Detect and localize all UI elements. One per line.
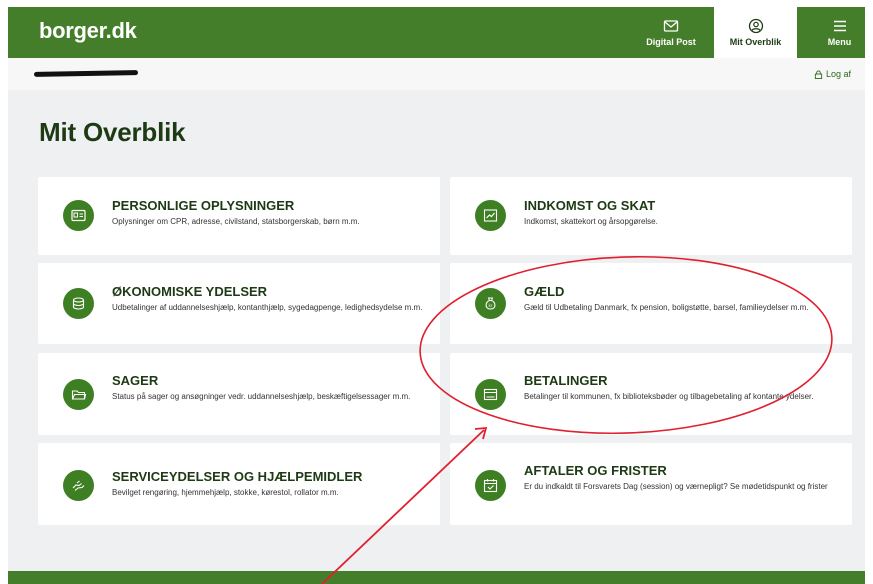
card-title: PERSONLIGE OPLYSNINGER bbox=[112, 198, 295, 213]
card-sager[interactable]: SAGER Status på sager og ansøgninger ved… bbox=[38, 353, 440, 435]
helping-hand-icon bbox=[63, 470, 94, 501]
card-description: Oplysninger om CPR, adresse, civilstand,… bbox=[112, 217, 360, 226]
card-betalinger[interactable]: BETALINGER Betalinger til kommunen, fx b… bbox=[450, 353, 852, 435]
user-bar: Log af bbox=[8, 58, 865, 90]
card-title: SERVICEYDELSER OG HJÆLPEMIDLER bbox=[112, 469, 363, 484]
nav-digital-post-label: Digital Post bbox=[646, 37, 696, 47]
card-description: Status på sager og ansøgninger vedr. udd… bbox=[112, 392, 411, 401]
payment-card-icon bbox=[475, 379, 506, 410]
lock-icon bbox=[814, 69, 823, 79]
line-chart-icon bbox=[475, 200, 506, 231]
coins-icon bbox=[63, 288, 94, 319]
card-description: Udbetalinger af uddannelseshjælp, kontan… bbox=[112, 303, 423, 312]
card-okonomiske-ydelser[interactable]: ØKONOMISKE YDELSER Udbetalinger af uddan… bbox=[38, 263, 440, 344]
card-title: SAGER bbox=[112, 373, 159, 388]
nav-mit-overblik[interactable]: Mit Overblik bbox=[714, 7, 797, 58]
money-bag-icon: kr bbox=[475, 288, 506, 319]
card-description: Er du indkaldt til Forsvarets Dag (sessi… bbox=[524, 482, 828, 491]
card-personlige-oplysninger[interactable]: PERSONLIGE OPLYSNINGER Oplysninger om CP… bbox=[38, 177, 440, 255]
card-indkomst-og-skat[interactable]: INDKOMST OG SKAT Indkomst, skattekort og… bbox=[450, 177, 852, 255]
nav-menu-label: Menu bbox=[827, 37, 852, 47]
nav-digital-post[interactable]: Digital Post bbox=[636, 7, 706, 58]
card-serviceydelser-og-hjaelpemidler[interactable]: SERVICEYDELSER OG HJÆLPEMIDLER Bevilget … bbox=[38, 443, 440, 525]
site-logo[interactable]: borger.dk bbox=[39, 18, 137, 44]
nav-menu[interactable]: Menu bbox=[814, 7, 865, 58]
nav-mit-overblik-label: Mit Overblik bbox=[729, 37, 782, 47]
calendar-check-icon bbox=[475, 470, 506, 501]
id-card-icon bbox=[63, 200, 94, 231]
envelope-icon bbox=[663, 20, 679, 32]
card-title: GÆLD bbox=[524, 284, 565, 299]
top-navigation-bar: borger.dk Digital Post Mit Overblik Menu bbox=[8, 7, 865, 58]
card-aftaler-og-frister[interactable]: AFTALER OG FRISTER Er du indkaldt til Fo… bbox=[450, 443, 852, 525]
svg-text:kr: kr bbox=[489, 303, 493, 308]
card-description: Betalinger til kommunen, fx biblioteksbø… bbox=[524, 392, 814, 401]
user-circle-icon bbox=[748, 18, 763, 34]
hamburger-icon bbox=[833, 20, 846, 32]
footer-bar bbox=[8, 571, 865, 584]
browser-page: borger.dk Digital Post Mit Overblik Menu… bbox=[8, 7, 865, 584]
redacted-user-name bbox=[33, 70, 139, 77]
card-description: Indkomst, skattekort og årsopgørelse. bbox=[524, 217, 658, 226]
logout-link[interactable]: Log af bbox=[814, 69, 851, 79]
page-title: Mit Overblik bbox=[39, 117, 186, 147]
card-description: Bevilget rengøring, hjemmehjælp, stokke,… bbox=[112, 488, 339, 497]
card-description: Gæld til Udbetaling Danmark, fx pension,… bbox=[524, 303, 809, 312]
card-gaeld[interactable]: kr GÆLD Gæld til Udbetaling Danmark, fx … bbox=[450, 263, 852, 344]
folder-icon bbox=[63, 379, 94, 410]
card-title: ØKONOMISKE YDELSER bbox=[112, 284, 268, 299]
card-title: AFTALER OG FRISTER bbox=[524, 463, 667, 478]
card-title: INDKOMST OG SKAT bbox=[524, 198, 656, 213]
logout-label: Log af bbox=[825, 69, 851, 79]
card-title: BETALINGER bbox=[524, 373, 608, 388]
